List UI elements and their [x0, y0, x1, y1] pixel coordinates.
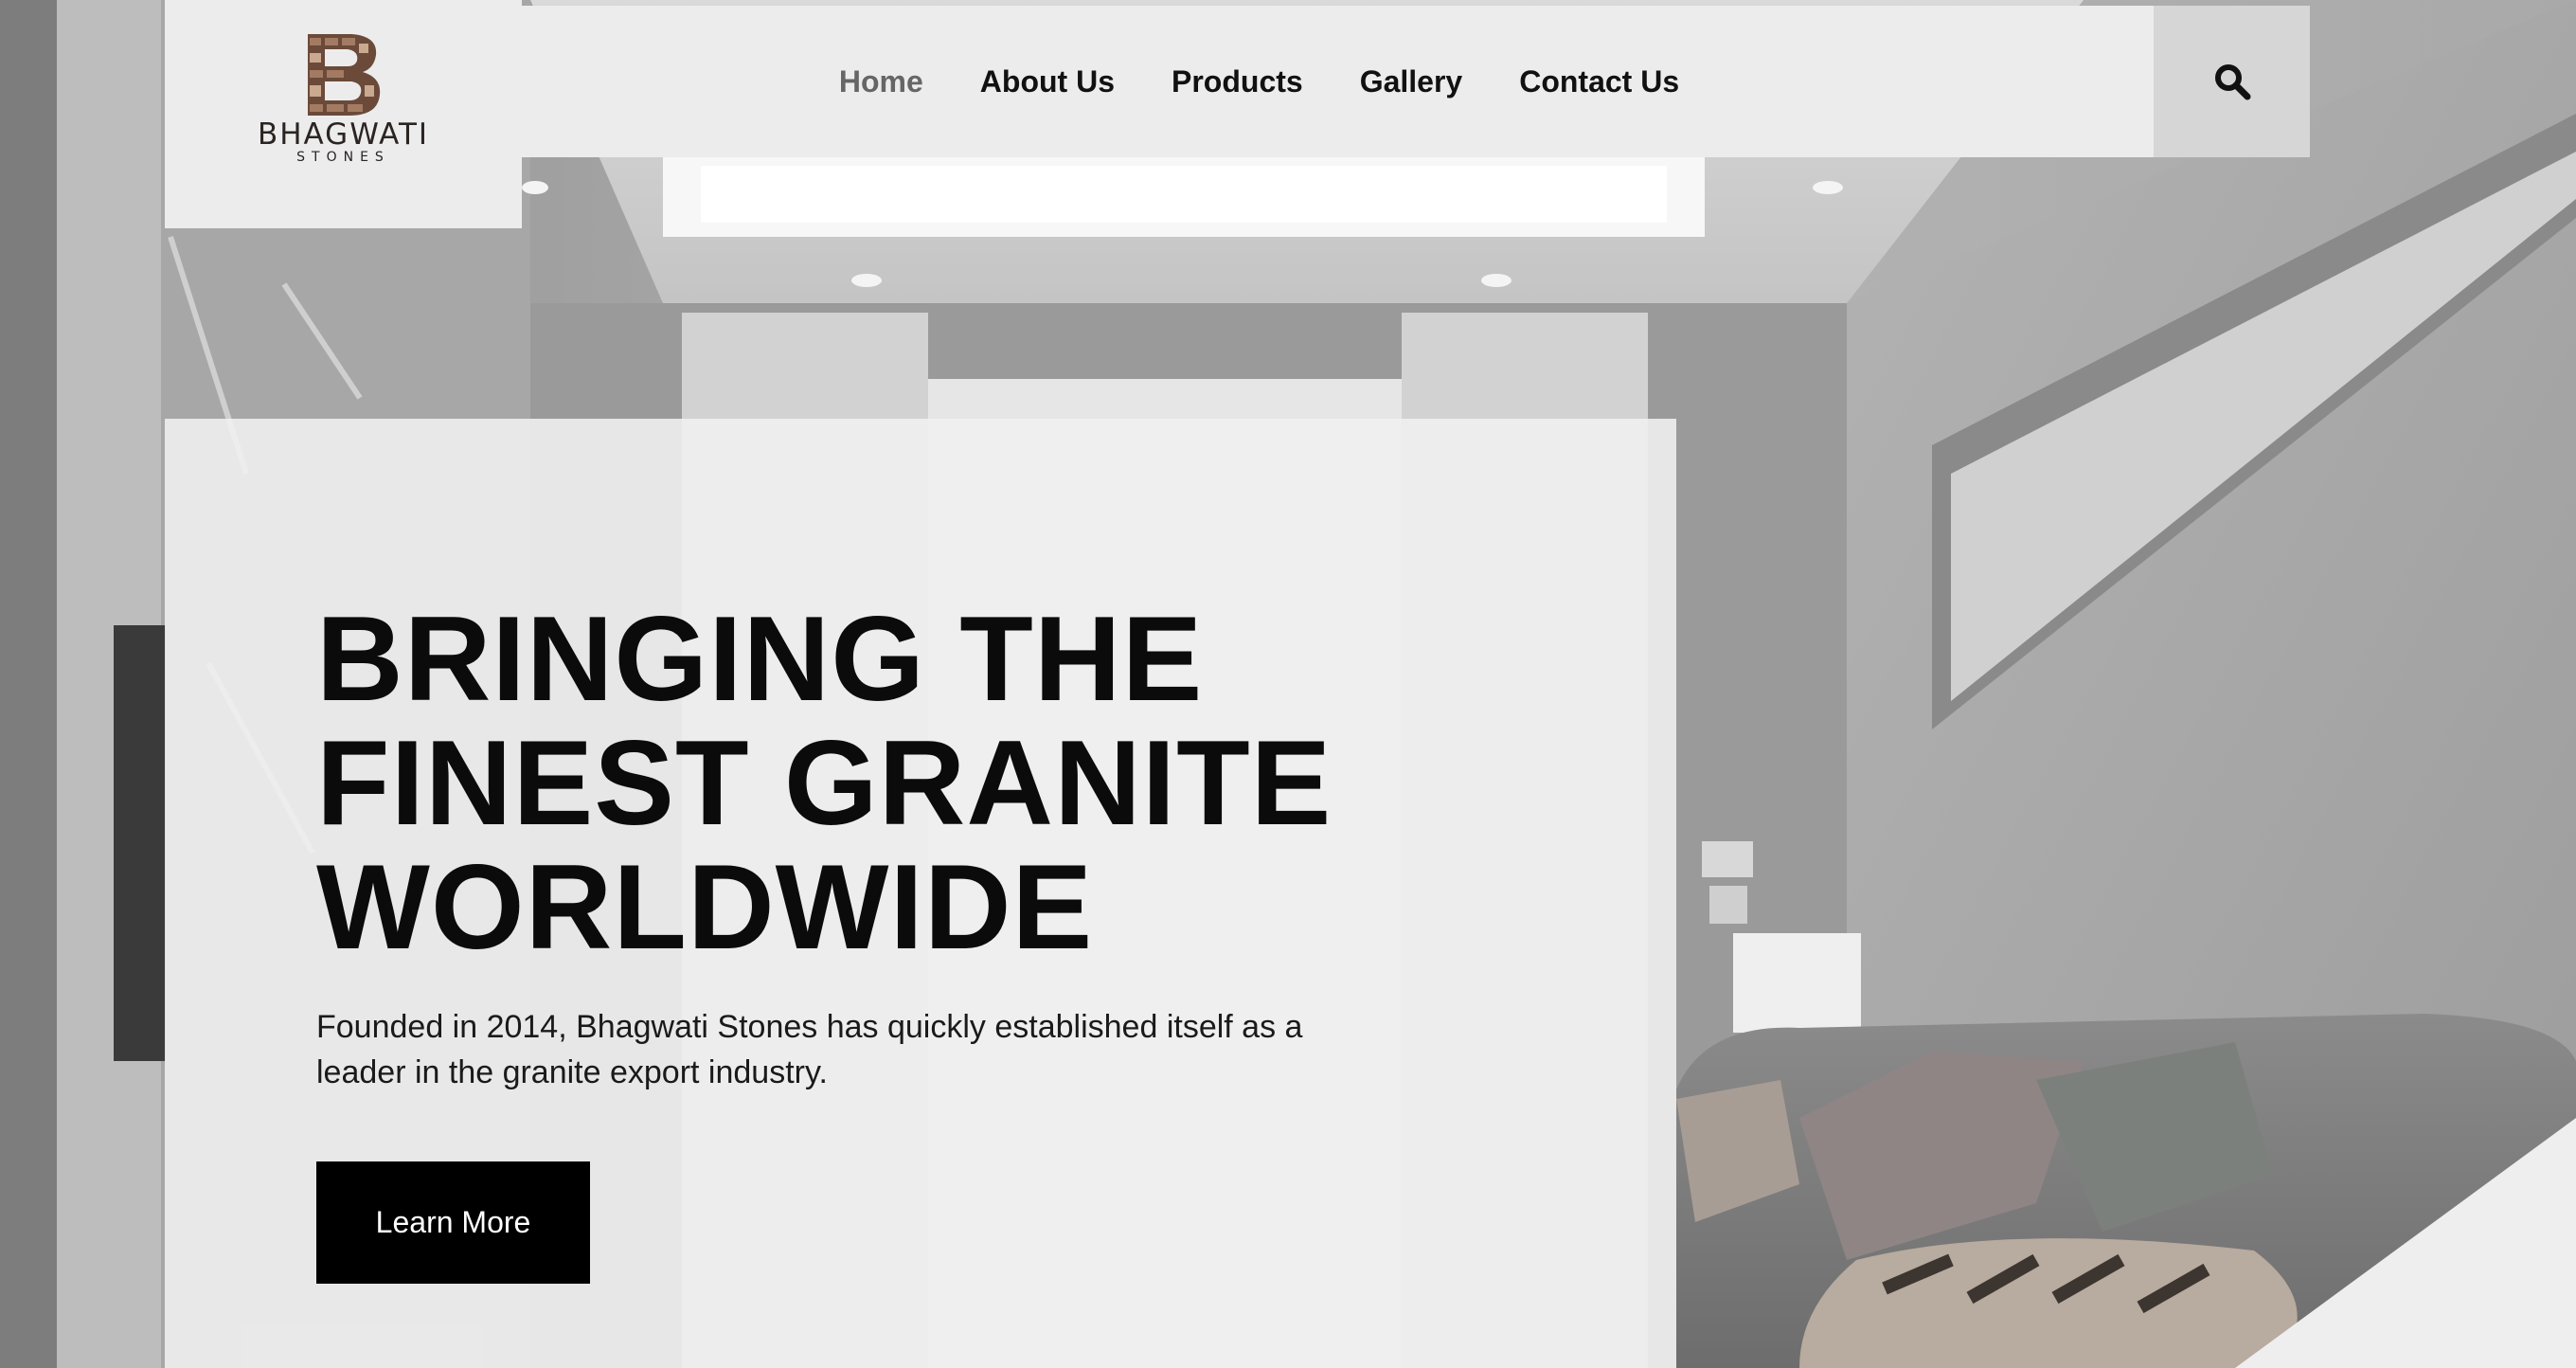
hero-title-line-1: BRINGING THE: [316, 591, 1204, 726]
logo[interactable]: BHAGWATI STONES: [165, 0, 522, 228]
hero-title-line-2: FINEST GRANITE: [316, 715, 1333, 850]
hero-title-line-3: WORLDWIDE: [316, 839, 1094, 974]
nav-contact-us[interactable]: Contact Us: [1519, 64, 1679, 99]
learn-more-button[interactable]: Learn More: [316, 1161, 590, 1284]
hero-description: Founded in 2014, Bhagwati Stones has qui…: [316, 1009, 1303, 1090]
nav-about-us[interactable]: About Us: [980, 64, 1115, 99]
stone-letter-b-logo-icon: [308, 34, 381, 116]
hero-panel: BRINGING THE FINEST GRANITE WORLDWIDE Fo…: [165, 419, 1676, 1368]
brand-tagline: STONES: [296, 150, 390, 165]
search-icon: [2214, 64, 2250, 100]
search-button[interactable]: [2154, 6, 2310, 157]
main-navigation: Home About Us Products Gallery Contact U…: [522, 6, 2154, 157]
nav-home[interactable]: Home: [839, 64, 923, 99]
hero-title: BRINGING THE FINEST GRANITE WORLDWIDE: [316, 597, 1642, 969]
page: BHAGWATI STONES Home About Us Products G…: [0, 0, 2576, 1368]
nav-products[interactable]: Products: [1172, 64, 1303, 99]
brand-name: BHAGWATI: [257, 117, 430, 152]
nav-gallery[interactable]: Gallery: [1360, 64, 1463, 99]
